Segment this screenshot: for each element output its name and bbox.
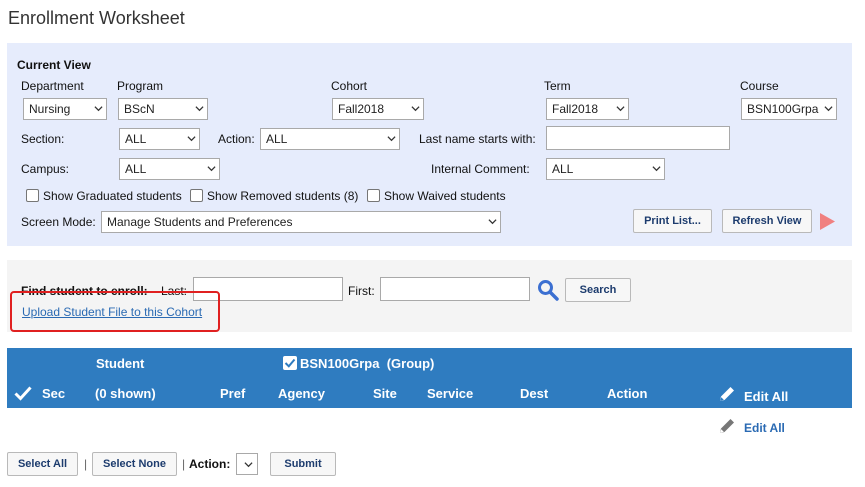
cohort-value: Fall2018 <box>338 102 385 116</box>
chevron-down-icon <box>824 104 833 112</box>
check-icon <box>284 358 296 368</box>
campus-select[interactable]: ALL <box>119 158 220 180</box>
term-label: Term <box>544 79 571 93</box>
column-service[interactable]: Service <box>427 386 473 401</box>
chevron-down-icon <box>207 164 216 172</box>
internal-comment-label: Internal Comment: <box>431 162 530 176</box>
select-none-button[interactable]: Select None <box>92 452 177 476</box>
first-label: First: <box>348 284 375 298</box>
chevron-down-icon <box>195 104 204 112</box>
edit-all-header-link[interactable]: Edit All <box>744 389 788 404</box>
action-footer-select[interactable] <box>236 453 258 475</box>
refresh-view-button[interactable]: Refresh View <box>722 209 812 233</box>
chevron-down-icon <box>187 134 196 142</box>
column-sec[interactable]: Sec <box>42 386 65 401</box>
column-agency[interactable]: Agency <box>278 386 325 401</box>
screen-mode-select[interactable]: Manage Students and Preferences <box>101 211 501 233</box>
section-value: ALL <box>125 132 147 146</box>
column-dest[interactable]: Dest <box>520 386 548 401</box>
cohort-select[interactable]: Fall2018 <box>332 98 424 120</box>
column-site[interactable]: Site <box>373 386 397 401</box>
separator: | <box>182 457 186 471</box>
chevron-down-icon <box>411 104 420 112</box>
department-value: Nursing <box>29 102 71 116</box>
cohort-label: Cohort <box>331 79 368 93</box>
search-icon[interactable] <box>537 279 559 304</box>
select-all-check-icon[interactable] <box>14 385 32 404</box>
screen-mode-value: Manage Students and Preferences <box>107 215 293 229</box>
last-name-input[interactable] <box>546 126 730 150</box>
program-label: Program <box>117 79 164 93</box>
show-waived-checkbox[interactable] <box>367 189 380 202</box>
internal-comment-value: ALL <box>552 162 574 176</box>
group-header: BSN100Grpa (Group) <box>300 356 435 371</box>
campus-value: ALL <box>125 162 147 176</box>
section-label: Section: <box>21 132 65 146</box>
department-select[interactable]: Nursing <box>23 98 107 120</box>
action-label: Action: <box>218 132 255 146</box>
program-select[interactable]: BScN <box>118 98 208 120</box>
course-select[interactable]: BSN100Grpa <box>741 98 837 120</box>
screen-mode-label: Screen Mode: <box>21 215 96 229</box>
submit-button[interactable]: Submit <box>270 452 336 476</box>
highlight-box <box>10 291 220 332</box>
campus-label: Campus: <box>21 162 70 176</box>
chevron-down-icon <box>244 460 253 468</box>
section-select[interactable]: ALL <box>119 128 200 150</box>
chevron-down-icon <box>387 134 396 142</box>
chevron-down-icon <box>616 104 625 112</box>
play-arrow-icon[interactable] <box>819 212 836 234</box>
term-value: Fall2018 <box>552 102 599 116</box>
pencil-icon[interactable] <box>717 416 737 439</box>
term-select[interactable]: Fall2018 <box>546 98 629 120</box>
action-value: ALL <box>266 132 288 146</box>
action-footer-label: Action: <box>189 457 231 471</box>
show-graduated-checkbox[interactable] <box>26 189 39 202</box>
current-view-heading: Current View <box>17 58 91 72</box>
internal-comment-select[interactable]: ALL <box>546 158 665 180</box>
pencil-icon[interactable] <box>717 384 737 407</box>
select-all-button[interactable]: Select All <box>7 452 78 476</box>
course-label: Course <box>740 79 779 93</box>
page-title: Enrollment Worksheet <box>8 8 185 28</box>
show-graduated-label: Show Graduated students <box>43 189 182 203</box>
separator: | <box>84 457 88 471</box>
department-label: Department <box>21 79 84 93</box>
edit-all-link[interactable]: Edit All <box>744 421 785 435</box>
column-action[interactable]: Action <box>607 386 647 401</box>
print-list-button[interactable]: Print List... <box>633 209 712 233</box>
student-header: Student <box>96 356 145 371</box>
search-button[interactable]: Search <box>565 278 631 302</box>
chevron-down-icon <box>652 164 661 172</box>
column-student-count: (0 shown) <box>95 386 156 401</box>
chevron-down-icon <box>488 217 497 225</box>
course-value: BSN100Grpa <box>747 102 819 116</box>
last-name-label: Last name starts with: <box>419 132 536 146</box>
first-name-search-input[interactable] <box>380 277 530 301</box>
show-waived-label: Show Waived students <box>384 189 506 203</box>
action-select[interactable]: ALL <box>260 128 400 150</box>
show-removed-checkbox[interactable] <box>190 189 203 202</box>
chevron-down-icon <box>94 104 103 112</box>
program-value: BScN <box>124 102 155 116</box>
column-pref[interactable]: Pref <box>220 386 245 401</box>
group-checkbox[interactable] <box>283 356 297 370</box>
show-removed-label: Show Removed students (8) <box>207 189 359 203</box>
